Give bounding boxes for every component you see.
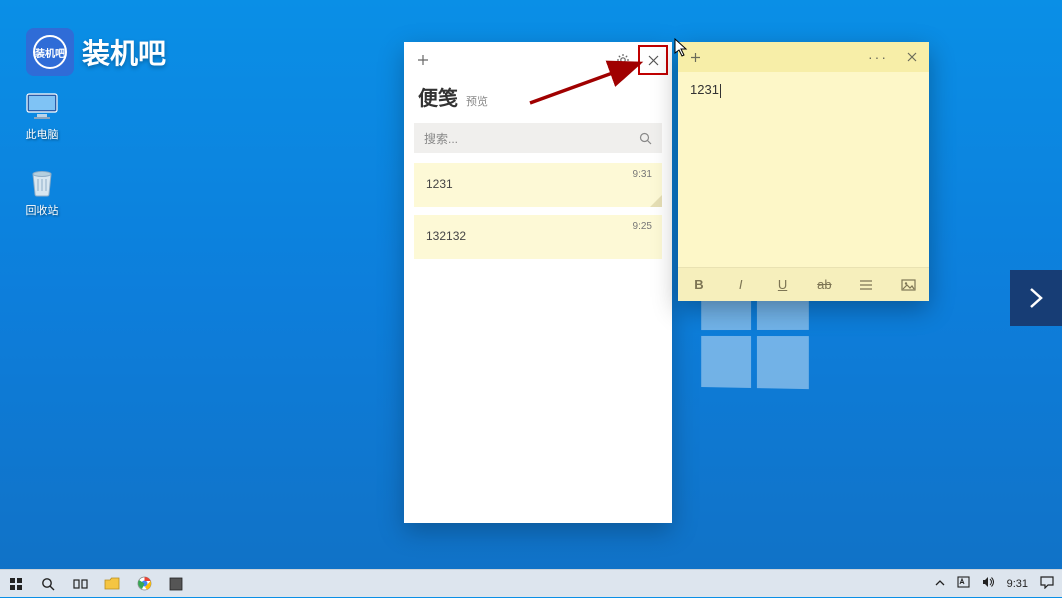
sticky-notes-list-window: 便笺 预览 搜索... 9:31 1231 9:25 132132 bbox=[404, 42, 672, 523]
chevron-right-icon bbox=[1027, 286, 1045, 310]
note-time: 9:31 bbox=[633, 169, 652, 180]
sticky-note-icon bbox=[169, 577, 183, 591]
italic-icon: I bbox=[739, 277, 743, 292]
bullet-list-button[interactable] bbox=[851, 272, 881, 298]
image-icon bbox=[901, 279, 916, 291]
new-note-button[interactable] bbox=[678, 42, 712, 72]
settings-button[interactable] bbox=[608, 45, 638, 75]
close-note-button[interactable] bbox=[895, 42, 929, 72]
note-preview: 1231 bbox=[426, 177, 650, 191]
desktop-icon-recycle-bin[interactable]: 回收站 bbox=[12, 166, 72, 218]
note-editor[interactable]: 1231 bbox=[678, 72, 929, 267]
note-list-item[interactable]: 9:31 1231 bbox=[414, 163, 662, 207]
recycle-bin-icon bbox=[24, 166, 60, 198]
desktop-icon-label: 回收站 bbox=[26, 202, 59, 218]
bold-button[interactable]: B bbox=[684, 272, 714, 298]
image-button[interactable] bbox=[893, 272, 923, 298]
more-button[interactable]: ··· bbox=[861, 42, 895, 72]
list-title: 便笺 bbox=[418, 82, 458, 111]
task-view-icon bbox=[73, 578, 88, 590]
note-titlebar: ··· bbox=[678, 42, 929, 72]
strikethrough-button[interactable]: ab bbox=[809, 272, 839, 298]
window-titlebar bbox=[404, 42, 672, 78]
chrome-icon bbox=[137, 576, 152, 591]
italic-button[interactable]: I bbox=[726, 272, 756, 298]
note-list-item[interactable]: 9:25 132132 bbox=[414, 215, 662, 259]
list-icon bbox=[859, 279, 873, 291]
system-tray: 9:31 bbox=[933, 576, 1062, 592]
search-placeholder: 搜索... bbox=[424, 130, 639, 147]
action-center-button[interactable] bbox=[1038, 576, 1056, 592]
sticky-notes-taskbar-button[interactable] bbox=[160, 570, 192, 598]
gear-icon bbox=[616, 53, 630, 67]
volume-icon bbox=[982, 576, 995, 588]
note-time: 9:25 bbox=[633, 221, 652, 232]
task-view-button[interactable] bbox=[64, 570, 96, 598]
note-content: 1231 bbox=[690, 82, 719, 97]
note-preview: 132132 bbox=[426, 229, 650, 243]
ime-icon bbox=[957, 576, 970, 588]
search-input[interactable]: 搜索... bbox=[414, 123, 662, 153]
desktop-icon-label: 此电脑 bbox=[26, 126, 59, 142]
underline-button[interactable]: U bbox=[768, 272, 798, 298]
clock[interactable]: 9:31 bbox=[1005, 578, 1030, 590]
brand-logo-inner: 装机吧 bbox=[33, 35, 67, 69]
close-icon bbox=[648, 55, 659, 66]
strikethrough-icon: ab bbox=[817, 277, 831, 292]
chrome-button[interactable] bbox=[128, 570, 160, 598]
format-toolbar: B I U ab bbox=[678, 267, 929, 301]
brand-logo-icon: 装机吧 bbox=[26, 28, 74, 76]
brand-logo-text: 装机吧 bbox=[82, 32, 166, 72]
underline-icon: U bbox=[778, 277, 787, 292]
taskbar: 9:31 bbox=[0, 569, 1062, 597]
list-subtitle: 预览 bbox=[466, 93, 488, 109]
start-button[interactable] bbox=[0, 570, 32, 598]
next-slide-button[interactable] bbox=[1010, 270, 1062, 326]
bold-icon: B bbox=[694, 277, 703, 292]
list-heading: 便笺 预览 bbox=[404, 78, 672, 119]
search-button[interactable] bbox=[32, 570, 64, 598]
volume-button[interactable] bbox=[980, 576, 997, 591]
tray-chevron-button[interactable] bbox=[933, 578, 947, 590]
sticky-note-window: ··· 1231 B I U ab bbox=[678, 42, 929, 301]
search-icon bbox=[41, 577, 55, 591]
search-icon bbox=[639, 132, 652, 145]
new-note-button[interactable] bbox=[408, 45, 438, 75]
file-explorer-button[interactable] bbox=[96, 570, 128, 598]
desktop-icon-this-pc[interactable]: 此电脑 bbox=[12, 90, 72, 142]
windows-icon bbox=[9, 577, 23, 591]
ime-button[interactable] bbox=[955, 576, 972, 591]
close-icon bbox=[907, 52, 917, 62]
close-button[interactable] bbox=[638, 45, 668, 75]
notification-icon bbox=[1040, 576, 1054, 589]
brand-watermark: 装机吧 装机吧 bbox=[26, 28, 166, 76]
computer-icon bbox=[24, 90, 60, 122]
chevron-up-icon bbox=[935, 579, 945, 587]
text-cursor bbox=[720, 84, 721, 98]
more-icon: ··· bbox=[868, 49, 888, 65]
folder-icon bbox=[104, 577, 120, 590]
plus-icon bbox=[690, 52, 701, 63]
